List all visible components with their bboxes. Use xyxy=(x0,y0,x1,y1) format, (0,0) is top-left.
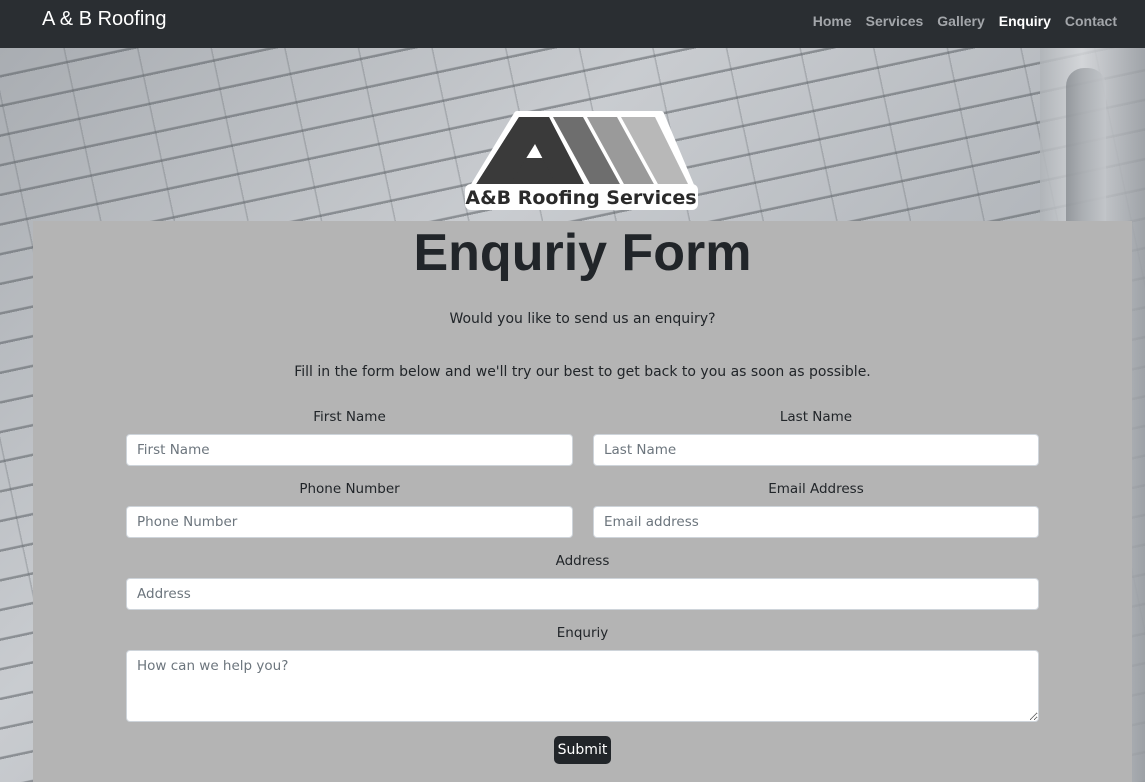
company-logo: A&B Roofing Services xyxy=(465,111,698,210)
email-label: Email Address xyxy=(768,481,864,497)
nav-link-home[interactable]: Home xyxy=(813,13,852,29)
phone-input[interactable] xyxy=(126,506,573,538)
last-name-label: Last Name xyxy=(779,409,853,425)
nav-link-enquiry[interactable]: Enquiry xyxy=(999,13,1051,29)
address-label: Address xyxy=(555,553,610,569)
enquiry-label: Enquriy xyxy=(556,625,609,641)
page-title: Enquriy Form xyxy=(413,224,752,282)
email-input[interactable] xyxy=(593,506,1039,538)
address-input[interactable] xyxy=(126,578,1039,610)
nav-links: Home Services Gallery Enquiry Contact xyxy=(813,13,1117,29)
first-name-input[interactable] xyxy=(126,434,573,466)
last-name-input[interactable] xyxy=(593,434,1039,466)
roof-stripes-logo-icon xyxy=(468,111,696,193)
navbar: A & B Roofing Home Services Gallery Enqu… xyxy=(0,0,1145,48)
submit-button[interactable]: Submit xyxy=(554,736,611,764)
nav-link-services[interactable]: Services xyxy=(866,13,924,29)
nav-link-contact[interactable]: Contact xyxy=(1065,13,1117,29)
nav-link-gallery[interactable]: Gallery xyxy=(937,13,984,29)
intro-instructions: Fill in the form below and we'll try our… xyxy=(294,364,871,380)
phone-label: Phone Number xyxy=(299,481,400,497)
intro-question: Would you like to send us an enquiry? xyxy=(449,311,716,327)
first-name-label: First Name xyxy=(313,409,386,425)
enquiry-textarea[interactable] xyxy=(126,650,1039,722)
navbar-brand[interactable]: A & B Roofing xyxy=(42,8,167,31)
logo-text: A&B Roofing Services xyxy=(465,187,696,209)
enquiry-form-panel: Enquriy Form Would you like to send us a… xyxy=(33,221,1132,782)
